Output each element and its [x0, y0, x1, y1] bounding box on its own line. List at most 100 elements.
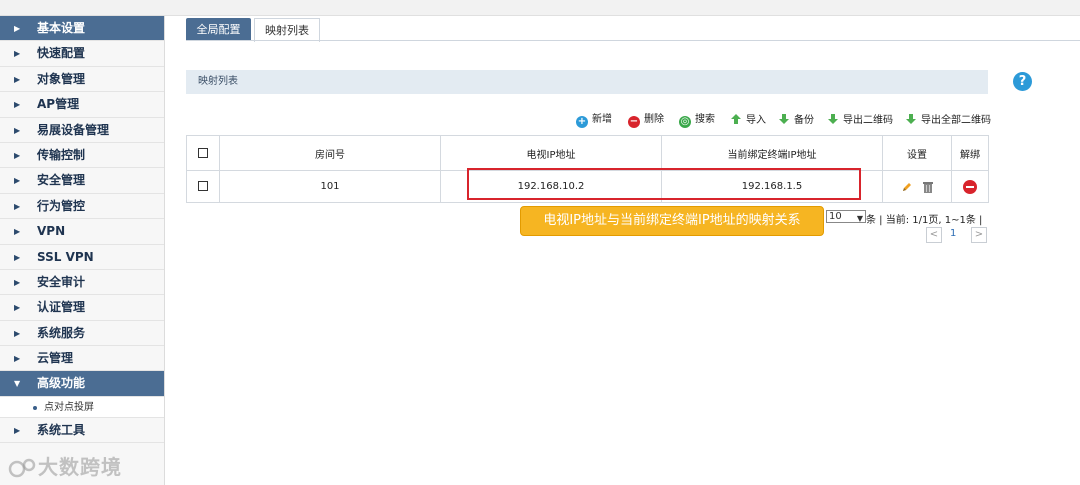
select-all-cell [186, 135, 220, 171]
pager-summary: 条 | 当前: 1/1页, 1~1条 | [866, 215, 983, 226]
highlight-box [467, 168, 861, 200]
column-header-terminal-ip: 当前绑定终端IP地址 [661, 135, 883, 171]
sidebar-item-label: 快速配置 [37, 46, 86, 61]
sidebar-item-quick-config[interactable]: ▶ 快速配置 [0, 41, 164, 67]
sidebar-item-label: 系统工具 [37, 422, 86, 437]
arrow-up-icon [731, 114, 741, 124]
sidebar-item-vpn[interactable]: ▶ VPN [0, 219, 164, 245]
backup-button-label: 备份 [794, 115, 814, 126]
prev-page-button[interactable]: < [926, 227, 942, 243]
chevron-right-icon: ▶ [14, 176, 21, 186]
sidebar-item-label: 对象管理 [37, 71, 86, 86]
select-all-checkbox[interactable] [198, 147, 208, 158]
help-icon[interactable]: ? [1013, 72, 1032, 91]
trash-icon[interactable] [923, 181, 933, 193]
tab-mapping-list[interactable]: 映射列表 [254, 18, 320, 42]
watermark-text: 大数跨境 [38, 455, 122, 479]
arrow-down-icon [779, 114, 789, 124]
sidebar-item-label: 系统服务 [37, 325, 86, 340]
sidebar-item-label: 基本设置 [37, 21, 86, 35]
sidebar-item-behavior-control[interactable]: ▶ 行为管控 [0, 194, 164, 220]
sidebar-item-ssl-vpn[interactable]: ▶ SSL VPN [0, 245, 164, 270]
sidebar-item-label: 云管理 [37, 351, 74, 366]
sidebar-item-advanced[interactable]: ▼ 高级功能 [0, 371, 164, 397]
chevron-right-icon: ▶ [14, 354, 21, 364]
tab-divider [186, 40, 1080, 41]
sidebar-item-security-audit[interactable]: ▶ 安全审计 [0, 270, 164, 296]
sidebar-item-label: 认证管理 [37, 300, 86, 315]
sidebar-item-object-management[interactable]: ▶ 对象管理 [0, 67, 164, 93]
plus-icon: + [576, 116, 588, 128]
export-all-qr-button-label: 导出全部二维码 [921, 115, 991, 126]
delete-button[interactable]: − 删除 [628, 113, 664, 128]
chevron-right-icon: ▶ [14, 227, 21, 237]
sidebar-item-label: 行为管控 [37, 198, 86, 213]
chevron-right-icon: ▶ [14, 49, 21, 59]
column-header-room: 房间号 [219, 135, 441, 171]
chevron-right-icon: ▶ [14, 100, 21, 110]
unbind-icon[interactable] [963, 179, 977, 194]
chevron-down-icon: ▼ [856, 214, 863, 223]
sidebar-item-label: VPN [37, 224, 66, 239]
page-size-select[interactable]: 10 ▼ [826, 210, 866, 223]
arrow-down-icon [828, 114, 838, 124]
search-button[interactable]: ◎ 搜索 [679, 113, 715, 128]
table-header-row: 房间号 电视IP地址 当前绑定终端IP地址 设置 解绑 [186, 135, 989, 171]
sidebar-item-system-tools[interactable]: ▶ 系统工具 [0, 418, 164, 444]
minus-icon: − [628, 116, 640, 128]
column-header-unbind: 解绑 [951, 135, 989, 171]
column-header-tv-ip: 电视IP地址 [440, 135, 662, 171]
edit-icon[interactable] [901, 181, 913, 193]
sidebar-subitem-screen-casting[interactable]: 点对点投屏 [0, 396, 164, 418]
sidebar-item-security-management[interactable]: ▶ 安全管理 [0, 168, 164, 194]
sidebar-item-label: 传输控制 [37, 147, 86, 162]
settings-cell [882, 170, 952, 203]
sidebar: ▶ 基本设置 ▶ 快速配置 ▶ 对象管理 ▶ AP管理 ▶ 易展设备管理 ▶ 传输控制 ▶ 安… [0, 16, 165, 485]
add-button-label: 新增 [592, 114, 612, 125]
export-qr-button[interactable]: 导出二维码 [827, 113, 893, 127]
delete-button-label: 删除 [644, 114, 664, 125]
chevron-right-icon: ▶ [14, 24, 21, 33]
row-select-cell [186, 170, 220, 203]
tab-global-config[interactable]: 全局配置 [186, 18, 251, 41]
sidebar-item-device-management[interactable]: ▶ 易展设备管理 [0, 118, 164, 143]
export-all-qr-button[interactable]: 导出全部二维码 [905, 113, 991, 127]
section-title: 映射列表 [186, 70, 988, 94]
column-header-settings: 设置 [882, 135, 952, 171]
sidebar-item-ap-management[interactable]: ▶ AP管理 [0, 92, 164, 118]
sidebar-item-system-services[interactable]: ▶ 系统服务 [0, 321, 164, 347]
arrow-down-icon [906, 114, 916, 124]
watermark-logo-icon [8, 458, 36, 477]
watermark: 大数跨境 [8, 451, 122, 480]
sidebar-item-transmission-control[interactable]: ▶ 传输控制 [0, 143, 164, 169]
import-button[interactable]: 导入 [730, 113, 766, 127]
row-checkbox[interactable] [198, 181, 208, 191]
chevron-right-icon: ▶ [14, 150, 21, 160]
chevron-right-icon: ▶ [14, 74, 21, 84]
chevron-right-icon: ▶ [14, 425, 21, 435]
sidebar-item-label: SSL VPN [37, 249, 94, 264]
sidebar-item-label: AP管理 [37, 97, 80, 112]
sidebar-item-cloud-management[interactable]: ▶ 云管理 [0, 346, 164, 372]
search-button-label: 搜索 [695, 114, 715, 125]
annotation-callout: 电视IP地址与当前绑定终端IP地址的映射关系 [520, 206, 824, 236]
page-number[interactable]: 1 [950, 228, 956, 239]
unbind-cell [951, 170, 989, 203]
search-icon: ◎ [679, 116, 691, 128]
sidebar-item-label: 易展设备管理 [37, 122, 110, 137]
chevron-right-icon: ▶ [14, 252, 21, 262]
backup-button[interactable]: 备份 [778, 113, 814, 127]
next-page-button[interactable]: > [971, 227, 987, 243]
sidebar-item-label: 安全审计 [37, 274, 86, 289]
chevron-right-icon: ▶ [14, 328, 21, 338]
add-button[interactable]: + 新增 [576, 113, 612, 128]
chevron-right-icon: ▶ [14, 303, 21, 313]
sidebar-item-auth-management[interactable]: ▶ 认证管理 [0, 295, 164, 321]
chevron-right-icon: ▶ [14, 125, 21, 135]
chevron-right-icon: ▶ [14, 277, 21, 287]
sidebar-item-basic-settings[interactable]: ▶ 基本设置 [0, 16, 164, 42]
sidebar-item-label: 安全管理 [37, 173, 86, 188]
sidebar-subitem-label: 点对点投屏 [44, 401, 94, 413]
chevron-down-icon: ▼ [14, 379, 21, 389]
page-size-value: 10 [829, 211, 842, 222]
